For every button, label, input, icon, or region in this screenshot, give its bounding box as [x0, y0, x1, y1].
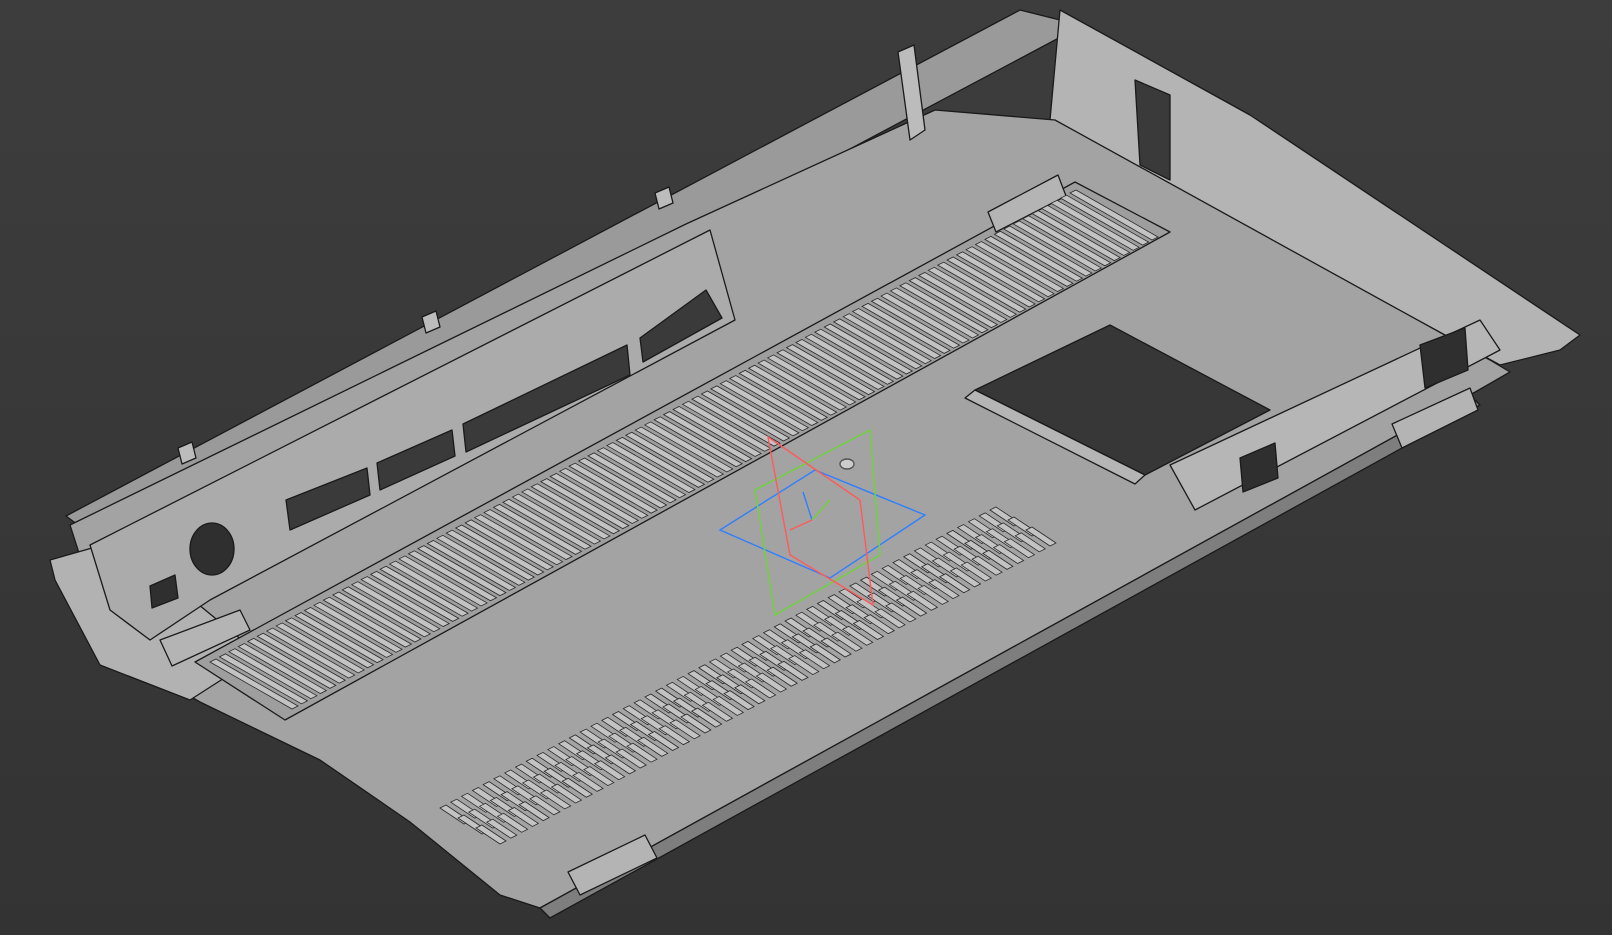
origin-marker — [839, 458, 855, 470]
3d-viewport[interactable] — [0, 0, 1612, 935]
end-wall-door — [1134, 79, 1171, 181]
viewport-canvas[interactable] — [0, 0, 1612, 935]
round-port-hole — [189, 522, 235, 576]
